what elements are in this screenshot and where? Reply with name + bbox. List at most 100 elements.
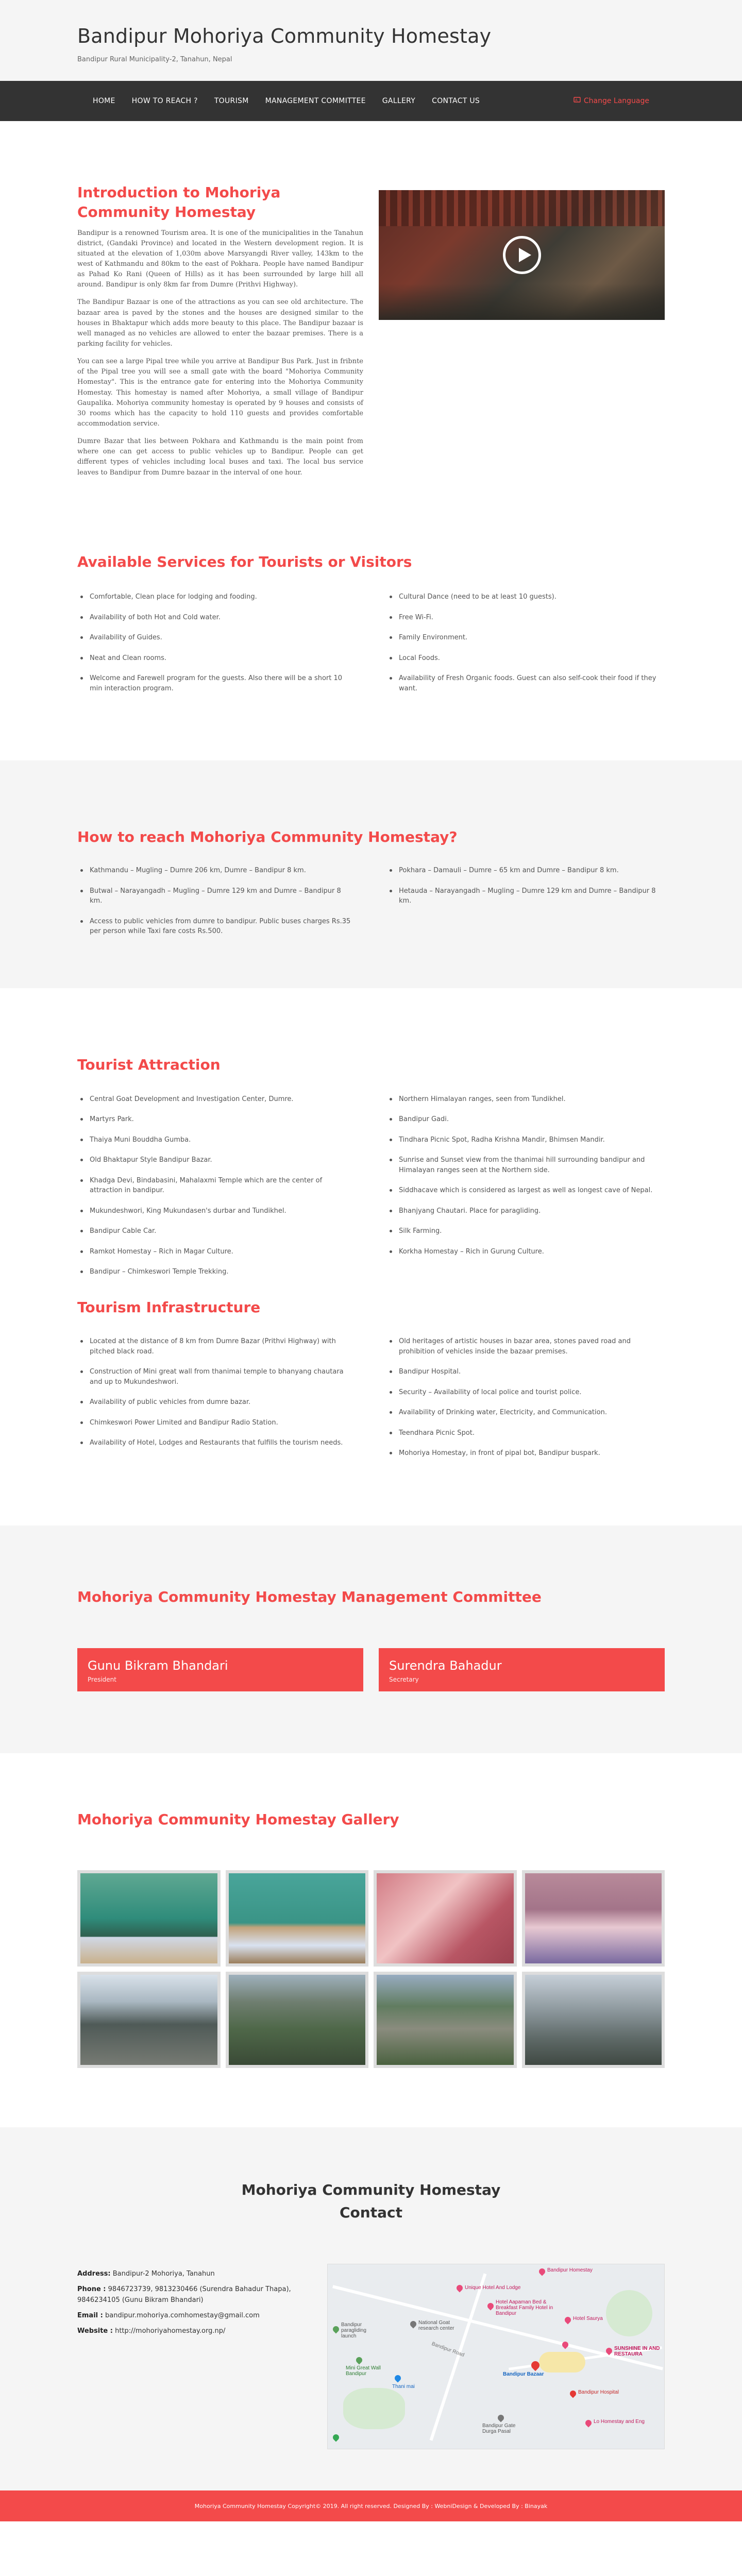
list-item: Pokhara – Damauli – Dumre – 65 km and Du… (386, 866, 665, 876)
map-pin-icon[interactable] (568, 2389, 578, 2398)
list-item: Security – Availability of local police … (386, 1387, 665, 1398)
reach-list-right: Pokhara – Damauli – Dumre – 65 km and Du… (386, 866, 665, 947)
contact-address: Address: Bandipur-2 Mohoriya, Tanahun (77, 2269, 304, 2279)
play-icon[interactable] (502, 236, 541, 274)
language-icon: A (574, 96, 581, 106)
svg-text:A: A (575, 98, 578, 103)
contact-phone: Phone : 9846723739, 9813230466 (Surendra… (77, 2284, 304, 2305)
list-item: Korkha Homestay – Rich in Gurung Culture… (386, 1247, 665, 1257)
list-item: Availability of public vehicles from dum… (77, 1397, 356, 1408)
gallery-photo-room-pink[interactable] (374, 1870, 517, 1967)
tourism-infrastructure-title: Tourism Infrastructure (77, 1298, 261, 1316)
map-label: Thani mai (392, 2384, 415, 2390)
list-item: Bandipur Cable Car. (77, 1226, 356, 1236)
map-pin-icon[interactable] (496, 2413, 505, 2422)
map-pin-icon[interactable] (486, 2301, 495, 2311)
map-label: Bandipur Gate Durga Pasal (482, 2423, 516, 2435)
change-language-link[interactable]: A Change Language (574, 96, 665, 106)
location-map[interactable]: Bandipur Homestay Unique Hotel And Lodge… (327, 2264, 665, 2450)
email-label: Email : (77, 2311, 103, 2319)
member-name: Gunu Bikram Bhandari (88, 1658, 228, 1673)
list-item: Old heritages of artistic houses in baza… (386, 1336, 665, 1357)
map-pin-icon[interactable] (455, 2283, 464, 2293)
change-language-label: Change Language (583, 97, 649, 105)
map-label: Bandipur Homestay (547, 2267, 593, 2274)
services-list-left: Comfortable, Clean place for lodging and… (77, 592, 356, 704)
gallery-photo-room-purple[interactable] (521, 1870, 665, 1967)
map-green-area (343, 2388, 405, 2430)
intro-paragraph: Bandipur is a renowned Tourism area. It … (77, 229, 363, 289)
map-pin-icon[interactable] (355, 2355, 364, 2365)
committee-title: Mohoriya Community Homestay Management C… (77, 1588, 542, 1605)
intro-title: Introduction to Mohoriya Community Homes… (77, 184, 281, 221)
nav-management-committee[interactable]: MANAGEMENT COMMITTEE (257, 97, 374, 105)
map-road (429, 2273, 487, 2441)
list-item: Chimkeswori Power Limited and Bandipur R… (77, 1418, 356, 1428)
nav-tourism[interactable]: TOURISM (206, 97, 257, 105)
gallery-photo-village[interactable] (374, 1972, 517, 2069)
list-item: Access to public vehicles from dumre to … (77, 917, 356, 937)
intro-video[interactable] (379, 190, 665, 320)
list-item: Butwal – Narayangadh – Mugling – Dumre 1… (77, 886, 356, 906)
address-label: Address: (77, 2270, 111, 2278)
nav-contact-us[interactable]: CONTACT US (424, 97, 488, 105)
map-pin-icon[interactable] (393, 2374, 402, 2383)
map-pin-icon[interactable] (563, 2315, 572, 2325)
contact-title-line2: Contact (340, 2204, 402, 2221)
member-card: Surendra Bahadur Secretary (379, 1648, 665, 1691)
phone-label: Phone : (77, 2285, 106, 2294)
list-item: Welcome and Farewell program for the gue… (77, 673, 356, 693)
intro-section: Introduction to Mohoriya Community Homes… (0, 121, 742, 527)
list-item: Silk Farming. (386, 1226, 665, 1236)
list-item: Free Wi-Fi. (386, 613, 665, 623)
map-label: Bandipur Hospital (578, 2389, 619, 2396)
map-pin-icon[interactable] (537, 2267, 547, 2276)
intro-paragraph: Dumre Bazar that lies between Pokhara an… (77, 437, 363, 477)
list-item: Neat and Clean rooms. (77, 653, 356, 664)
member-role: President (88, 1675, 116, 1683)
list-item: Mukundeshwori, King Mukundasen's durbar … (77, 1206, 356, 1216)
gallery-photo-hillside[interactable] (225, 1972, 368, 2069)
map-label: SUNSHINE IN AND RESTAURA (614, 2346, 660, 2358)
gallery-photo-mountains[interactable] (521, 1972, 665, 2069)
map-pin-icon[interactable] (584, 2418, 593, 2428)
website-link[interactable]: http://mohoriyahomestay.org.np/ (115, 2327, 225, 2335)
nav-home[interactable]: HOME (77, 97, 124, 105)
intro-paragraph: The Bandipur Bazaar is one of the attrac… (77, 298, 363, 348)
nav-gallery[interactable]: GALLERY (374, 97, 424, 105)
list-item: Bandipur Hospital. (386, 1367, 665, 1377)
list-item: Comfortable, Clean place for lodging and… (77, 592, 356, 602)
services-list-right: Cultural Dance (need to be at least 10 g… (386, 592, 665, 704)
list-item: Teendhara Picnic Spot. (386, 1428, 665, 1438)
member-name: Surendra Bahadur (389, 1658, 502, 1673)
list-item: Thaiya Muni Bouddha Gumba. (77, 1135, 356, 1145)
map-pin-icon[interactable] (331, 2433, 341, 2442)
site-footer: Mohoriya Community Homestay Copyright© 2… (0, 2490, 742, 2522)
intro-paragraph: You can see a large Pipal tree while you… (77, 358, 363, 428)
gallery-photo-room-green[interactable] (77, 1870, 221, 1967)
gallery-photo-room-teal[interactable] (225, 1870, 368, 1967)
gallery-photo-stairs[interactable] (77, 1972, 221, 2069)
member-card: Gunu Bikram Bhandari President (77, 1648, 363, 1691)
map-pin-icon[interactable] (331, 2325, 341, 2334)
reach-list-left: Kathmandu – Mugling – Dumre 206 km, Dumr… (77, 866, 356, 947)
list-item: Availability of both Hot and Cold water. (77, 613, 356, 623)
list-item: Construction of Mini great wall from tha… (77, 1367, 356, 1387)
list-item: Located at the distance of 8 km from Dum… (77, 1336, 356, 1357)
email-link[interactable]: bandipur.mohoriya.comhomestay@gmail.com (105, 2312, 260, 2319)
map-label: Mini Great Wall Bandipur (346, 2365, 381, 2377)
list-item: Availability of Guides. (77, 633, 356, 643)
list-item: Family Environment. (386, 633, 665, 643)
main-nav: HOME HOW TO REACH ? TOURISM MANAGEMENT C… (0, 81, 742, 121)
list-item: Bhanjyang Chautari. Place for paraglidin… (386, 1206, 665, 1216)
member-role: Secretary (389, 1675, 419, 1683)
tourist-list-left: Central Goat Development and Investigati… (77, 1094, 356, 1287)
nav-how-to-reach[interactable]: HOW TO REACH ? (124, 97, 206, 105)
map-bazaar-area (539, 2352, 585, 2373)
map-pin-icon[interactable] (409, 2319, 418, 2329)
site-title[interactable]: Bandipur Mohoriya Community Homestay (77, 25, 665, 47)
list-item: Kathmandu – Mugling – Dumre 206 km, Dumr… (77, 866, 356, 876)
site-header: Bandipur Mohoriya Community Homestay Ban… (0, 0, 742, 81)
list-item: Tindhara Picnic Spot, Radha Krishna Mand… (386, 1135, 665, 1145)
tourism-section: Tourist Attraction Central Goat Developm… (0, 988, 742, 1526)
